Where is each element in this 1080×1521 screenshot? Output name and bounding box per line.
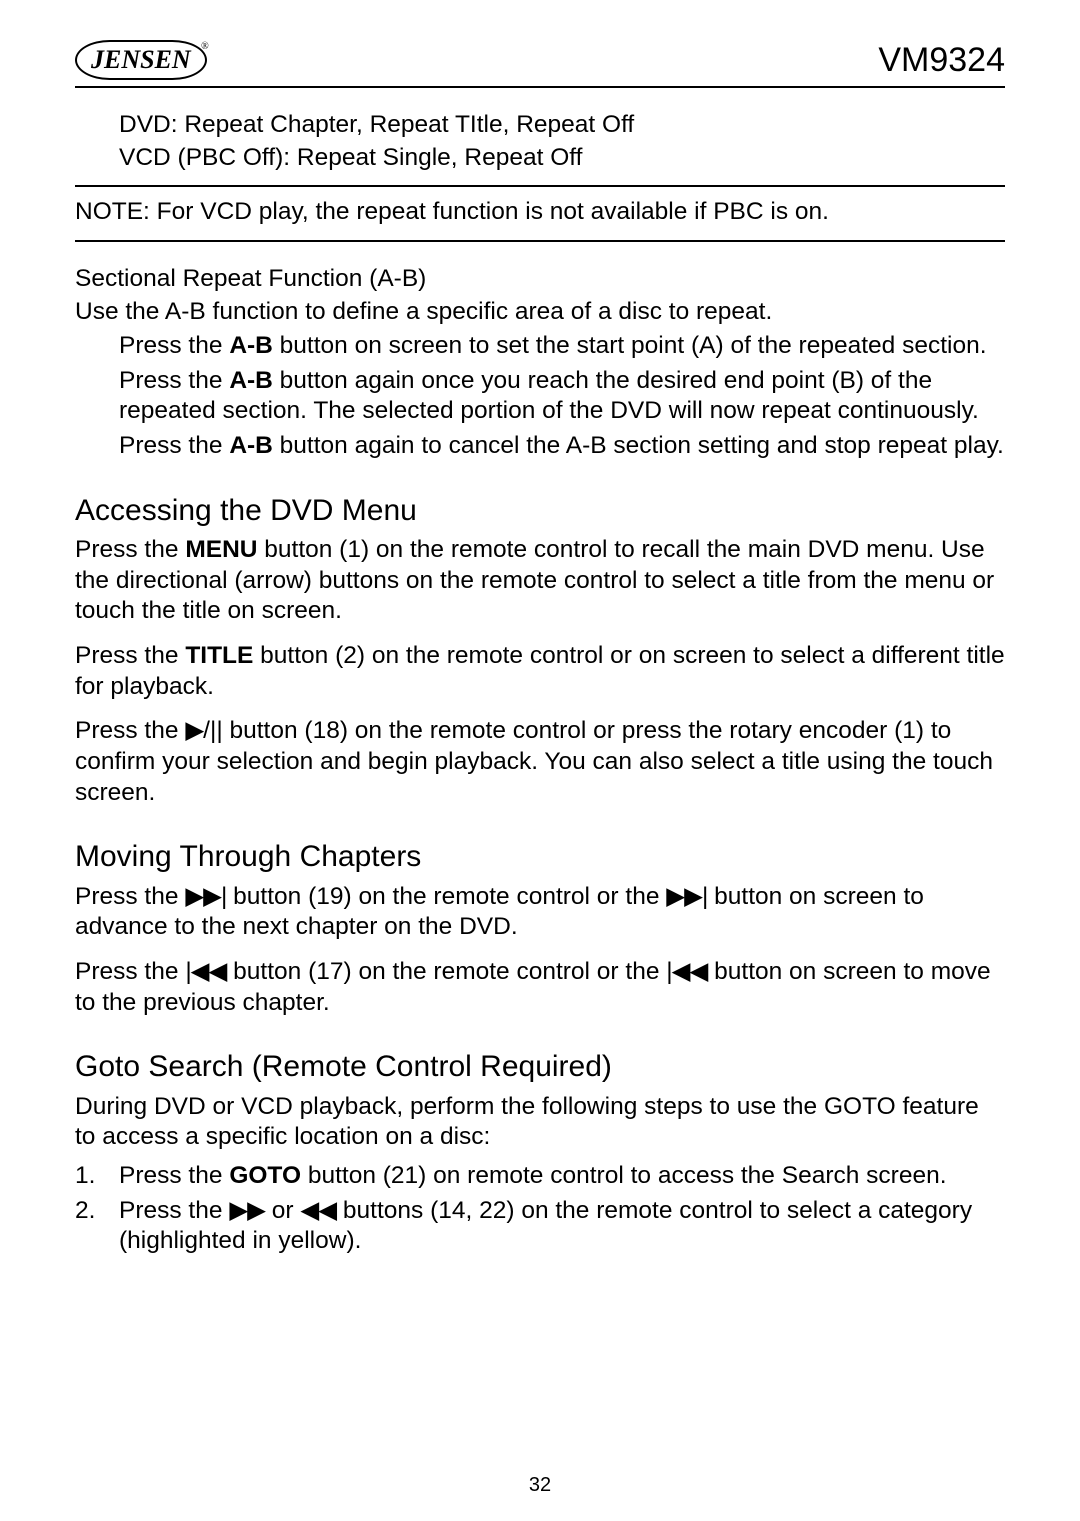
goto-intro: During DVD or VCD playback, perform the … [75,1092,1005,1153]
text: Press the [75,958,185,985]
repeat-dvd-line: DVD: Repeat Chapter, Repeat TItle, Repea… [119,110,1005,141]
repeat-vcd-line: VCD (PBC Off): Repeat Single, Repeat Off [119,143,1005,174]
page-number: 32 [0,1474,1080,1497]
dvd-menu-p2: Press the TITLE button (2) on the remote… [75,641,1005,702]
heading-dvd-menu: Accessing the DVD Menu [75,492,1005,530]
text: button on screen to set the start point … [273,332,987,359]
divider [75,185,1005,187]
list-text: Press the ▶▶ or ◀◀ buttons (14, 22) on t… [119,1196,1005,1257]
goto-steps: 1. Press the GOTO button (21) on remote … [75,1161,1005,1257]
text: button (17) on the remote control or the [226,958,666,985]
text: Press the [75,642,185,669]
text: Press the [119,1197,229,1224]
heading-goto: Goto Search (Remote Control Required) [75,1048,1005,1086]
text: Press the [119,367,229,394]
ab-button-label: A-B [229,332,273,359]
note-pbc: NOTE: For VCD play, the repeat function … [75,197,1005,228]
chapters-prev: Press the |◀◀ button (17) on the remote … [75,957,1005,1018]
list-number: 2. [75,1196,119,1257]
ab-step-2: Press the A-B button again once you reac… [119,366,1005,427]
list-item: 1. Press the GOTO button (21) on remote … [75,1161,1005,1192]
next-track-icon: ▶▶| [666,883,707,910]
ab-button-label: A-B [229,367,273,394]
text: Press the [119,432,229,459]
rewind-icon: ◀◀ [300,1197,336,1224]
ab-step-1: Press the A-B button on screen to set th… [119,331,1005,362]
ab-intro: Use the A-B function to define a specifi… [75,297,1005,328]
goto-button-label: GOTO [229,1162,301,1189]
chapters-next: Press the ▶▶| button (19) on the remote … [75,882,1005,943]
prev-track-icon: |◀◀ [185,958,226,985]
ab-steps: Press the A-B button on screen to set th… [75,331,1005,462]
list-item: 2. Press the ▶▶ or ◀◀ buttons (14, 22) o… [75,1196,1005,1257]
dvd-menu-p1: Press the MENU button (1) on the remote … [75,535,1005,627]
brand-logo: JENSEN [75,40,207,80]
text: or [265,1197,300,1224]
fast-forward-icon: ▶▶ [229,1197,265,1224]
play-icon: ▶ [185,717,203,744]
model-number: VM9324 [878,41,1005,80]
list-number: 1. [75,1161,119,1192]
text: button (19) on the remote control or the [226,883,666,910]
next-track-icon: ▶▶| [185,883,226,910]
page-content: DVD: Repeat Chapter, Repeat TItle, Repea… [75,110,1005,1257]
repeat-modes-block: DVD: Repeat Chapter, Repeat TItle, Repea… [75,110,1005,173]
text: Press the [75,536,185,563]
prev-track-icon: |◀◀ [666,958,707,985]
text: Press the [75,883,185,910]
title-button-label: TITLE [185,642,253,669]
page-header: JENSEN VM9324 [75,40,1005,88]
menu-button-label: MENU [185,536,257,563]
text: Press the [119,1162,229,1189]
page: JENSEN VM9324 DVD: Repeat Chapter, Repea… [0,0,1080,1521]
heading-chapters: Moving Through Chapters [75,838,1005,876]
text: button again to cancel the A-B section s… [273,432,1004,459]
ab-title: Sectional Repeat Function (A-B) [75,264,1005,295]
ab-step-3: Press the A-B button again to cancel the… [119,431,1005,462]
text: Press the [75,717,185,744]
text: Press the [119,332,229,359]
list-text: Press the GOTO button (21) on remote con… [119,1161,1005,1192]
ab-button-label: A-B [229,432,273,459]
text: /|| button (18) on the remote control or… [75,717,993,805]
divider [75,240,1005,242]
text: button (21) on remote control to access … [301,1162,947,1189]
dvd-menu-p3: Press the ▶/|| button (18) on the remote… [75,716,1005,808]
